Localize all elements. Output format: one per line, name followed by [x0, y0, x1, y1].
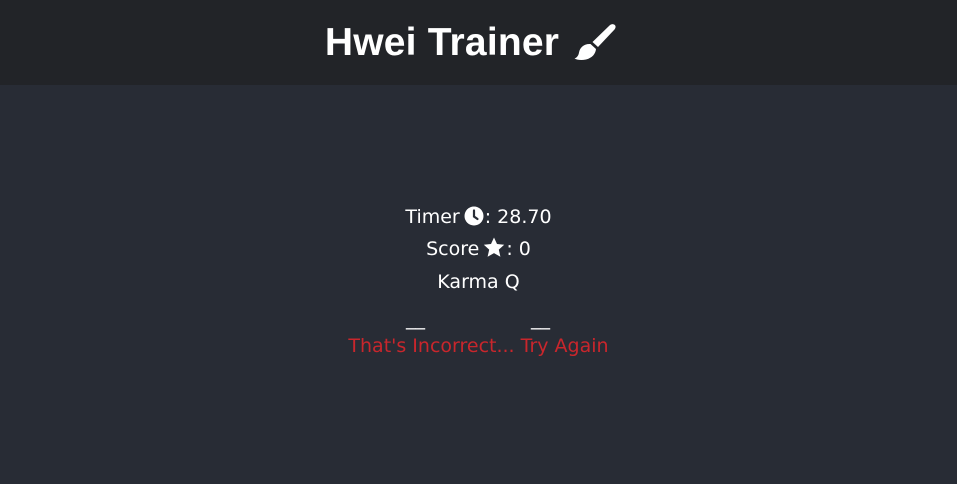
answer-slot-1: __	[406, 308, 425, 330]
app-title-text: Hwei Trainer	[324, 20, 560, 64]
timer-value: : 28.70	[484, 206, 552, 228]
timer-label: Timer	[405, 206, 460, 228]
score-label: Score	[426, 238, 480, 260]
answer-slot-2: __	[531, 308, 550, 330]
trainer-panel: Timer : 28.70 Score : 0 Karma Q __ __ That…	[0, 85, 957, 484]
timer-row: Timer : 28.70	[0, 205, 957, 232]
app-header: Hwei Trainer	[0, 0, 957, 85]
answer-slots: __ __	[0, 307, 957, 331]
paintbrush-icon	[573, 23, 617, 63]
score-row: Score : 0	[0, 237, 957, 264]
score-value: : 0	[506, 238, 531, 260]
app-title: Hwei Trainer	[325, 21, 617, 65]
star-icon	[483, 237, 505, 264]
spell-prompt: Karma Q	[437, 271, 520, 293]
clock-icon	[464, 206, 484, 232]
feedback-message: That's Incorrect... Try Again	[348, 335, 609, 357]
